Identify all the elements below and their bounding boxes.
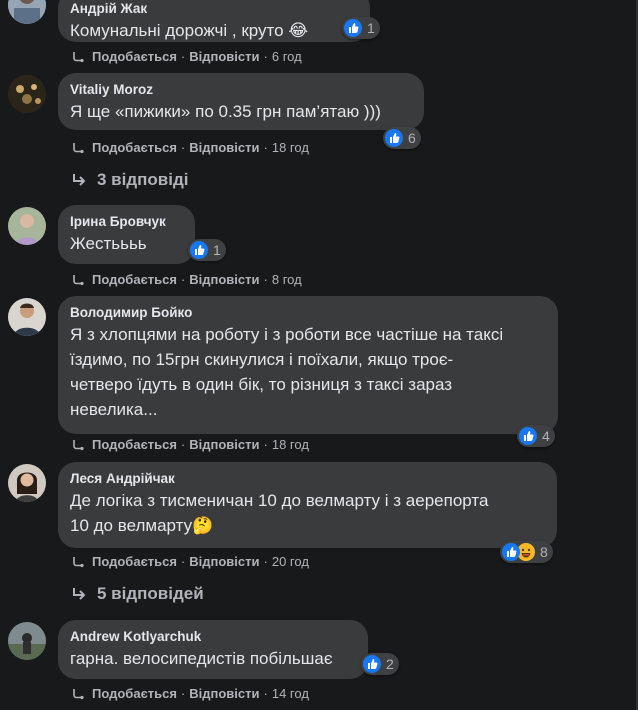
comment-actions: Подобається · Відповісти · 18 год: [70, 437, 309, 453]
like-icon: [385, 129, 403, 147]
comment-text-line: невелика...: [70, 400, 158, 419]
separator: ·: [180, 437, 186, 452]
like-link[interactable]: Подобається: [92, 554, 177, 570]
reaction-summary[interactable]: 2: [361, 653, 399, 675]
comment-text-line: Де логіка з тисменичан 10 до велмарту і …: [70, 491, 489, 510]
reply-arrow-icon: [70, 686, 86, 702]
comment-bubble: Andrew Kotlyarchuk гарна. велосипедистів…: [58, 620, 368, 679]
avatar[interactable]: [8, 207, 46, 245]
comment-actions: Подобається · Відповісти · 18 год: [70, 140, 309, 156]
comment-author[interactable]: Володимир Бойко: [70, 304, 546, 322]
comment-text: гарна. велосипедистів побільшає: [70, 649, 333, 668]
separator: ·: [180, 554, 186, 569]
reaction-count: 1: [213, 242, 221, 258]
avatar[interactable]: [8, 75, 46, 113]
reply-arrow-icon: [70, 49, 86, 65]
reaction-summary[interactable]: 1: [188, 239, 226, 261]
like-icon: [344, 19, 362, 37]
reply-arrow-icon: [70, 437, 86, 453]
comment-bubble: Володимир Бойко Я з хлопцями на роботу і…: [58, 296, 558, 434]
avatar[interactable]: [8, 298, 46, 336]
comment-text-line: Я з хлопцями на роботу і з роботи все ча…: [70, 325, 504, 344]
like-icon: [519, 427, 537, 445]
reply-link[interactable]: Відповісти: [189, 49, 259, 65]
comment-text-line: четверо їдуть в один бік, то різниця з т…: [70, 375, 453, 394]
separator: ·: [180, 272, 186, 287]
comment-actions: Подобається · Відповісти · 8 год: [70, 272, 302, 288]
comment-author[interactable]: Vitaliy Moroz: [70, 81, 412, 99]
comment-author[interactable]: Леся Андрійчак: [70, 470, 545, 488]
like-icon: [363, 655, 381, 673]
comment-bubble: Андрій Жак Комунальні дорожчі , круто 😂: [58, 0, 370, 42]
like-icon: [502, 543, 520, 561]
reaction-summary[interactable]: 1: [342, 17, 380, 39]
view-replies-link[interactable]: 3 відповіді: [70, 170, 188, 190]
comment-time[interactable]: 18 год: [272, 140, 309, 156]
reaction-count: 2: [386, 656, 394, 672]
like-link[interactable]: Подобається: [92, 437, 177, 453]
reaction-summary[interactable]: 4: [517, 425, 555, 447]
comment-bubble: Леся Андрійчак Де логіка з тисменичан 10…: [58, 462, 557, 548]
like-link[interactable]: Подобається: [92, 140, 177, 156]
separator: ·: [263, 686, 268, 701]
avatar[interactable]: [8, 464, 46, 502]
comment-text-line: їздимо, по 15грн скинулися і поїхали, як…: [70, 350, 454, 369]
comment-time[interactable]: 18 год: [272, 437, 309, 453]
separator: ·: [180, 49, 186, 64]
reaction-count: 1: [367, 20, 375, 36]
replies-count-label[interactable]: 5 відповідей: [97, 584, 204, 604]
comment-actions: Подобається · Відповісти · 14 год: [70, 686, 309, 702]
reply-link[interactable]: Відповісти: [189, 554, 259, 570]
reply-arrow-icon: [70, 272, 86, 288]
reply-link[interactable]: Відповісти: [189, 272, 259, 288]
comment-text-line: 10 до велмарту🤔: [70, 516, 214, 535]
comment-time[interactable]: 8 год: [272, 272, 302, 288]
reply-link[interactable]: Відповісти: [189, 437, 259, 453]
separator: ·: [263, 437, 268, 452]
like-icon: [190, 241, 208, 259]
comment-time[interactable]: 6 год: [272, 49, 302, 65]
reply-link[interactable]: Відповісти: [189, 140, 259, 156]
reaction-summary[interactable]: 6: [383, 127, 421, 149]
comment-time[interactable]: 20 год: [272, 554, 309, 570]
reply-arrow-icon: [70, 171, 88, 189]
comment-author[interactable]: Андрій Жак: [70, 0, 358, 18]
replies-count-label[interactable]: 3 відповіді: [97, 170, 188, 190]
view-replies-link[interactable]: 5 відповідей: [70, 584, 204, 604]
like-link[interactable]: Подобається: [92, 272, 177, 288]
like-link[interactable]: Подобається: [92, 49, 177, 65]
comment-bubble: Ірина Бровчук Жестьььь: [58, 205, 195, 264]
separator: ·: [263, 272, 268, 287]
avatar[interactable]: [8, 0, 46, 24]
avatar[interactable]: [8, 622, 46, 660]
comment-bubble: Vitaliy Moroz Я ще «пижики» по 0.35 грн …: [58, 73, 424, 130]
reaction-count: 8: [540, 544, 548, 560]
comment-author[interactable]: Andrew Kotlyarchuk: [70, 628, 356, 646]
comment-author[interactable]: Ірина Бровчук: [70, 213, 183, 231]
separator: ·: [263, 140, 268, 155]
comment-actions: Подобається · Відповісти · 20 год: [70, 554, 309, 570]
reaction-count: 6: [408, 130, 416, 146]
comment-text: Комунальні дорожчі , круто 😂: [70, 21, 309, 40]
reply-arrow-icon: [70, 554, 86, 570]
like-link[interactable]: Подобається: [92, 686, 177, 702]
reaction-summary[interactable]: 8: [500, 541, 553, 563]
separator: ·: [263, 49, 268, 64]
comment-text: Я ще «пижики» по 0.35 грн пам’ятаю ))): [70, 102, 381, 121]
separator: ·: [180, 686, 186, 701]
reply-link[interactable]: Відповісти: [189, 686, 259, 702]
comment-actions: Подобається · Відповісти · 6 год: [70, 49, 302, 65]
separator: ·: [180, 140, 186, 155]
reaction-count: 4: [542, 428, 550, 444]
comment-time[interactable]: 14 год: [272, 686, 309, 702]
reply-arrow-icon: [70, 140, 86, 156]
separator: ·: [263, 554, 268, 569]
comment-text: Жестьььь: [70, 234, 147, 253]
reply-arrow-icon: [70, 585, 88, 603]
